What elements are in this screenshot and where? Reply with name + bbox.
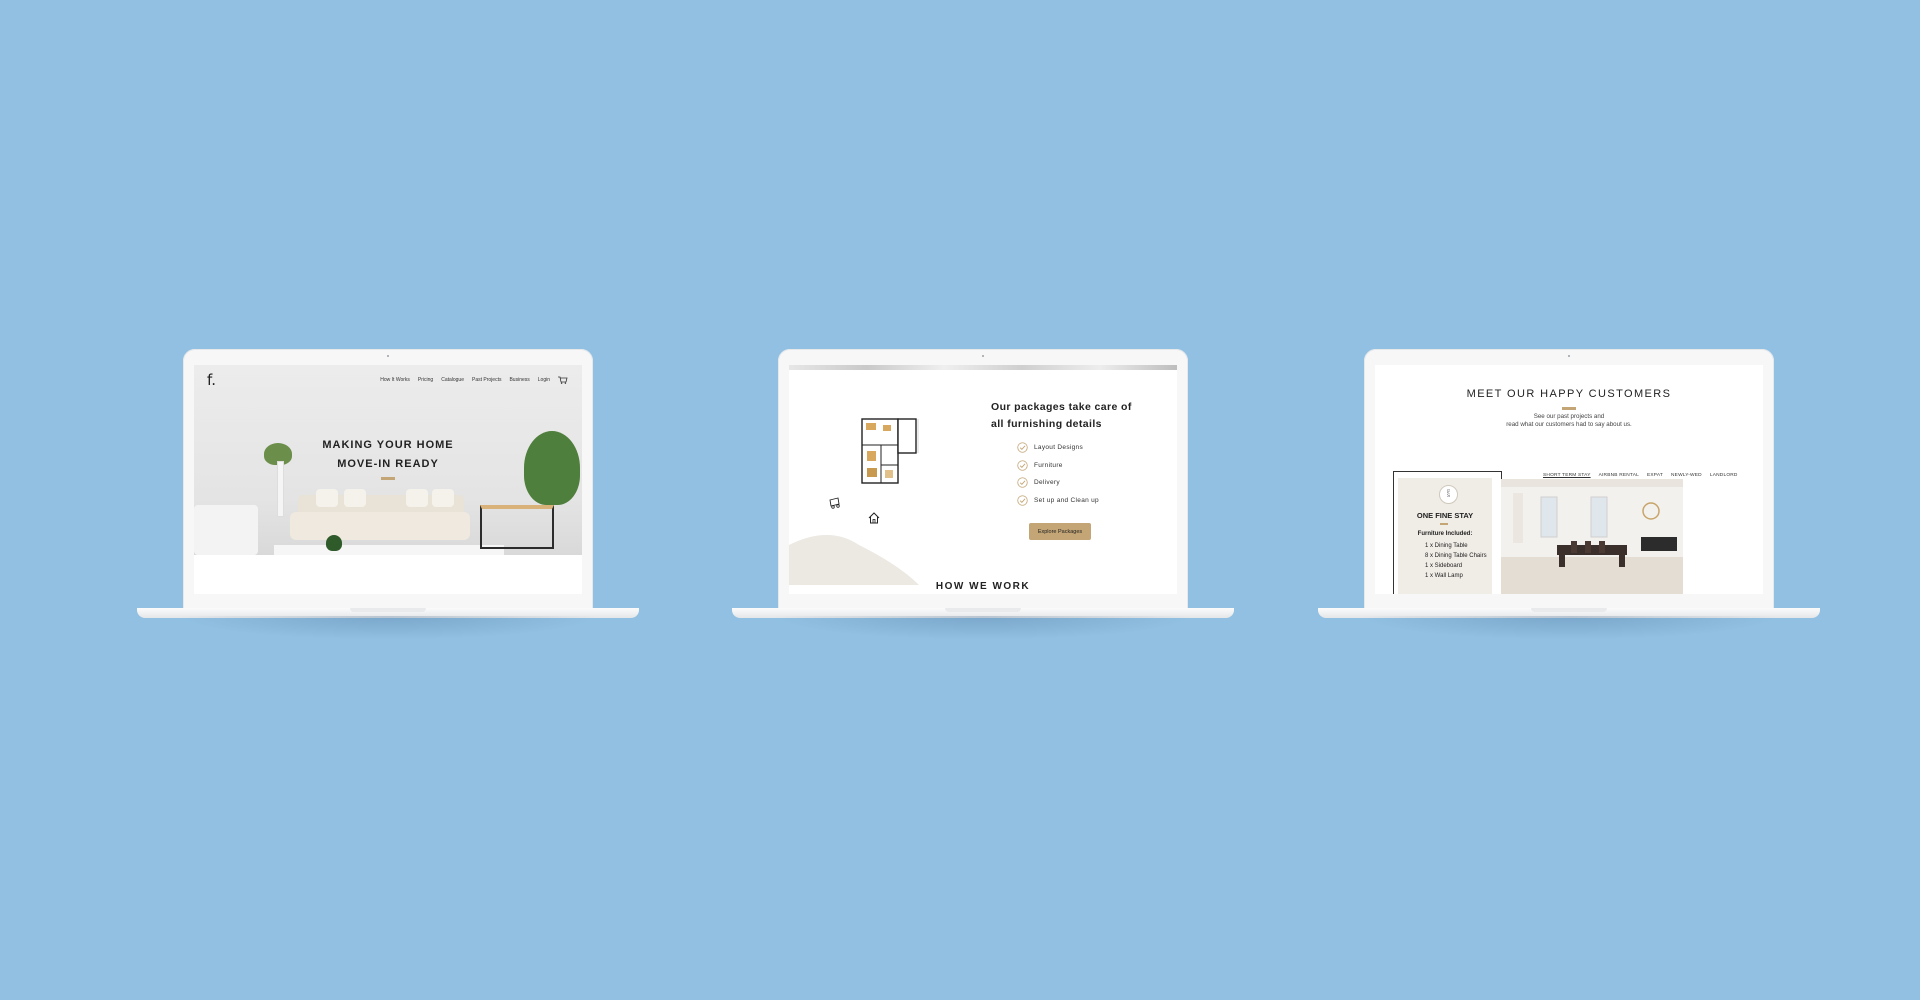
- tab-airbnb-rental[interactable]: AIRBNB RENTAL: [1599, 473, 1639, 478]
- list-item: 1 x Dining Table: [1425, 543, 1468, 549]
- pillow-image: [316, 489, 338, 507]
- list-item: Layout Designs: [1017, 439, 1099, 457]
- included-title: Furniture Included:: [1417, 531, 1473, 537]
- laptop-mockup-home: f. How It Works Pricing Catalogue Past P…: [137, 349, 639, 640]
- list-item: Set up and Clean up: [1017, 492, 1099, 510]
- house-icon: [868, 512, 880, 524]
- check-circle-icon: [1017, 477, 1028, 488]
- floor-plan-image: [861, 418, 919, 484]
- screen-packages: Our packages take care of all furnishing…: [789, 365, 1177, 594]
- seal-letter-bottom: S: [1446, 493, 1451, 499]
- included-list: 1 x Dining Table 8 x Dining Table Chairs…: [1425, 541, 1487, 594]
- gold-divider: [1562, 407, 1576, 410]
- armchair-image: [194, 505, 258, 555]
- pillow-image: [406, 489, 428, 507]
- tab-short-term-stay[interactable]: SHORT TERM STAY: [1543, 473, 1591, 478]
- dining-room-photo: [1501, 479, 1683, 594]
- check-circle-icon: [1017, 442, 1028, 453]
- laptop-lid: MEET OUR HAPPY CUSTOMERS See our past pr…: [1364, 349, 1774, 610]
- laptop-lid: f. How It Works Pricing Catalogue Past P…: [183, 349, 593, 610]
- list-item: 1 x Sideboard: [1425, 563, 1463, 569]
- explore-packages-button[interactable]: Explore Packages: [1029, 523, 1091, 540]
- screen-customers: MEET OUR HAPPY CUSTOMERS See our past pr…: [1375, 365, 1763, 594]
- how-we-work-heading: HOW WE WORK: [935, 581, 1031, 592]
- laptop-shadow: [177, 616, 599, 640]
- hero-title-line1: MAKING YOUR HOME: [322, 439, 454, 451]
- main-nav: How It Works Pricing Catalogue Past Proj…: [380, 376, 568, 384]
- laptop-mockup-packages: Our packages take care of all furnishing…: [732, 349, 1234, 640]
- page-body: [194, 555, 582, 594]
- laptop-mockup-customers: MEET OUR HAPPY CUSTOMERS See our past pr…: [1318, 349, 1820, 640]
- tab-landlord[interactable]: LANDLORD: [1710, 473, 1738, 478]
- laptop-notch: [1531, 608, 1607, 612]
- plant-image: [326, 535, 342, 551]
- packages-title-line1: Our packages take care of: [991, 401, 1132, 413]
- customer-tabs: SHORT TERM STAY AIRBNB RENTAL EXPAT NEWL…: [1543, 473, 1738, 478]
- shopping-cart-icon[interactable]: [558, 376, 568, 384]
- hero-title-line2: MOVE-IN READY: [337, 458, 439, 470]
- packages-list: Layout Designs Furniture Delivery Set up…: [1017, 439, 1099, 509]
- hero-section: f. How It Works Pricing Catalogue Past P…: [194, 365, 582, 555]
- nav-how-it-works[interactable]: How It Works: [380, 377, 410, 383]
- nav-catalogue[interactable]: Catalogue: [441, 377, 464, 383]
- laptop-lid: Our packages take care of all furnishing…: [778, 349, 1188, 610]
- nav-pricing[interactable]: Pricing: [418, 377, 433, 383]
- list-item-label: Set up and Clean up: [1034, 496, 1099, 504]
- gold-divider: [381, 477, 395, 480]
- laptop-shadow: [772, 616, 1194, 640]
- list-item-label: Layout Designs: [1034, 444, 1084, 452]
- camera-dot: [1568, 355, 1570, 357]
- list-item-label: Furniture: [1034, 461, 1063, 469]
- customer-name: ONE FINE STAY: [1416, 511, 1474, 520]
- check-circle-icon: [1017, 460, 1028, 471]
- subtitle-line2: read what our customers had to say about…: [1506, 421, 1632, 428]
- camera-dot: [387, 355, 389, 357]
- customers-title: MEET OUR HAPPY CUSTOMERS: [1466, 388, 1672, 400]
- pillow-image: [432, 489, 454, 507]
- hero-title: MAKING YOUR HOME MOVE-IN READY: [194, 436, 582, 474]
- list-item: 1 x Wall Lamp: [1425, 573, 1463, 579]
- hill-illustration: [789, 535, 919, 585]
- customers-subtitle: See our past projects and read what our …: [1375, 413, 1763, 429]
- list-item: Furniture: [1017, 457, 1099, 475]
- photo-strip: [789, 365, 1177, 370]
- list-item: 8 x Dining Table Chairs: [1425, 553, 1487, 559]
- seal-logo: F S: [1439, 485, 1458, 504]
- seal-text: F S: [1446, 490, 1451, 499]
- laptop-notch: [945, 608, 1021, 612]
- check-circle-icon: [1017, 495, 1028, 506]
- tab-expat[interactable]: EXPAT: [1647, 473, 1663, 478]
- sofa-image: [290, 512, 470, 540]
- gold-divider: [1440, 523, 1448, 525]
- nav-business[interactable]: Business: [509, 377, 529, 383]
- pillow-image: [344, 489, 366, 507]
- side-table-image: [480, 505, 554, 549]
- delivery-truck-icon: [829, 497, 840, 509]
- laptop-shadow: [1358, 616, 1780, 640]
- tab-newly-wed[interactable]: NEWLY-WED: [1671, 473, 1702, 478]
- site-logo[interactable]: f.: [207, 371, 216, 389]
- nav-login[interactable]: Login: [538, 377, 550, 383]
- laptop-notch: [350, 608, 426, 612]
- packages-title: Our packages take care of all furnishing…: [991, 399, 1161, 433]
- packages-title-line2: all furnishing details: [991, 418, 1102, 430]
- list-item-label: Delivery: [1034, 479, 1060, 487]
- nav-past-projects[interactable]: Past Projects: [472, 377, 501, 383]
- camera-dot: [982, 355, 984, 357]
- list-item: Delivery: [1017, 474, 1099, 492]
- screen-home: f. How It Works Pricing Catalogue Past P…: [194, 365, 582, 594]
- subtitle-line1: See our past projects and: [1533, 413, 1605, 420]
- rug-image: [274, 545, 504, 555]
